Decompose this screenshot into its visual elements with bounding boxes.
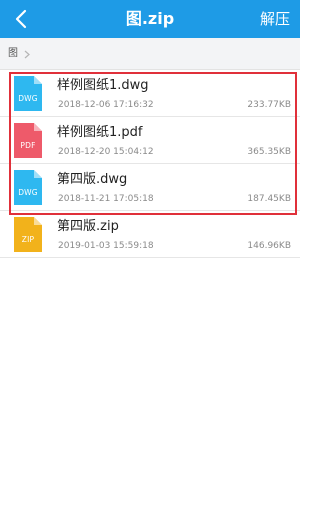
chevron-right-icon <box>24 50 30 59</box>
file-row[interactable]: DWG 样例图纸1.dwg 2018-12-06 17:16:32 233.77… <box>0 70 300 117</box>
file-date: 2019-01-03 15:59:18 <box>58 241 154 251</box>
file-size: 187.45KB <box>247 194 291 204</box>
file-size: 233.77KB <box>247 100 291 110</box>
file-date: 2018-11-21 17:05:18 <box>58 194 154 204</box>
pdf-file-icon: PDF <box>14 123 42 158</box>
file-name: 样例图纸1.pdf <box>57 125 143 140</box>
extract-button[interactable]: 解压 <box>260 9 290 29</box>
file-size: 365.35KB <box>247 147 291 157</box>
file-date: 2018-12-06 17:16:32 <box>58 100 154 110</box>
file-list: DWG 样例图纸1.dwg 2018-12-06 17:16:32 233.77… <box>0 70 300 258</box>
page-title: 图.zip <box>125 9 175 28</box>
file-row[interactable]: DWG 第四版.dwg 2018-11-21 17:05:18 187.45KB <box>0 164 300 211</box>
breadcrumb-item-root[interactable]: 图 <box>8 47 18 61</box>
file-date: 2018-12-20 15:04:12 <box>58 147 154 157</box>
file-name: 第四版.zip <box>57 219 119 234</box>
app-bar: 图.zip 解压 <box>0 0 300 38</box>
dwg-file-icon: DWG <box>14 76 42 111</box>
file-row[interactable]: ZIP 第四版.zip 2019-01-03 15:59:18 146.96KB <box>0 211 300 258</box>
dwg-file-icon: DWG <box>14 170 42 205</box>
breadcrumb: 图 <box>0 38 300 70</box>
zip-file-icon: ZIP <box>14 217 42 252</box>
file-name: 样例图纸1.dwg <box>57 78 149 93</box>
file-name: 第四版.dwg <box>57 172 128 187</box>
file-row[interactable]: PDF 样例图纸1.pdf 2018-12-20 15:04:12 365.35… <box>0 117 300 164</box>
file-size: 146.96KB <box>247 241 291 251</box>
